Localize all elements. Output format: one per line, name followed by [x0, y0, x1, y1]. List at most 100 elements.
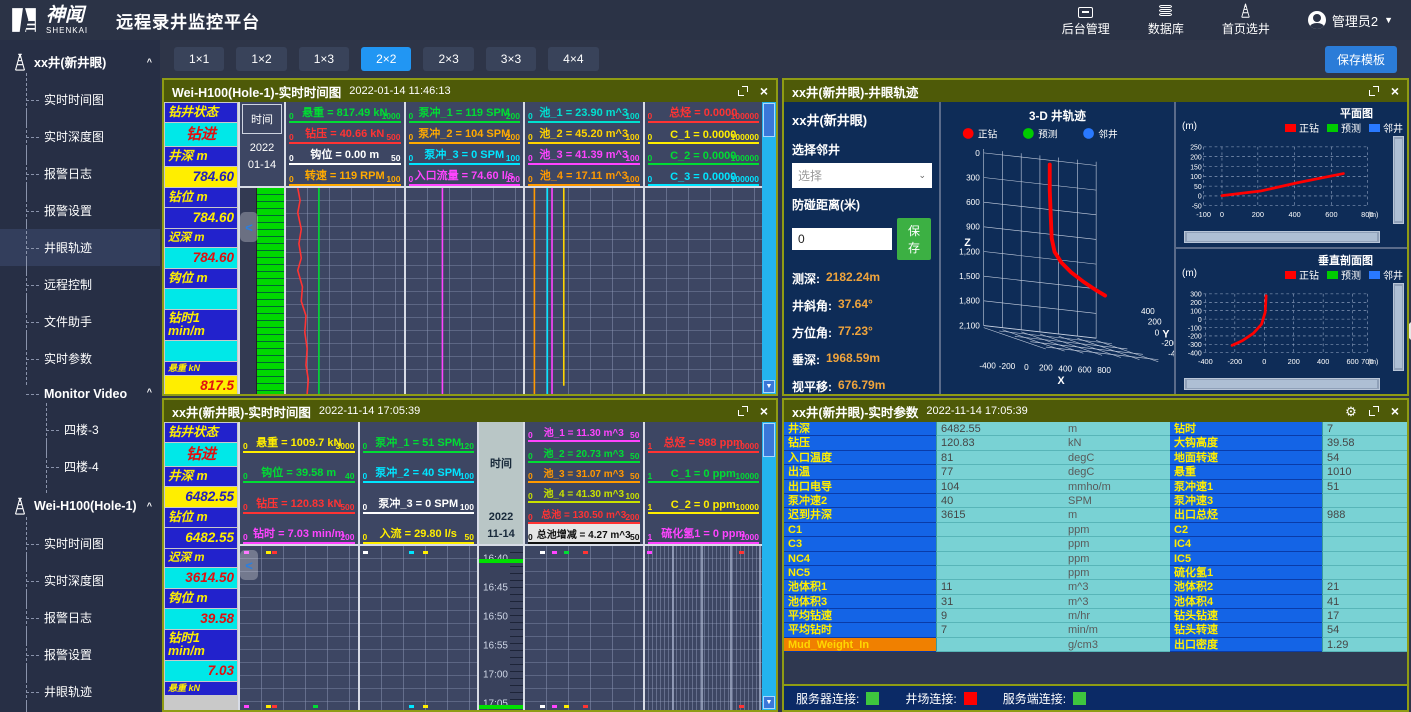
curve-label: 泵冲_1 = 51 SPM	[375, 434, 461, 450]
curve-legend: 0总池 = 130.50 m^3200	[528, 503, 640, 523]
layout-button-3x3[interactable]: 3×3	[486, 47, 536, 71]
curve-max: 100	[460, 471, 474, 481]
sidebar-item[interactable]: 报警日志	[0, 155, 160, 192]
layout-button-2x2[interactable]: 2×2	[361, 47, 411, 71]
offset-well-select[interactable]: 选择 ⌄	[792, 163, 932, 188]
nav-item-admin[interactable]: 后台管理	[1062, 3, 1110, 37]
vertical-scrollbar[interactable]	[1393, 283, 1404, 371]
curve-max: 50	[465, 532, 474, 542]
param-value: 7	[1322, 422, 1409, 436]
curve-legend: 1C_1 = 0 ppm10000	[648, 453, 760, 484]
curve-max: 100	[625, 132, 639, 142]
pan-left-button[interactable]: <	[240, 550, 258, 580]
sidebar-item[interactable]: 报警设置	[0, 636, 160, 673]
sidebar-item[interactable]: 报警设置	[0, 192, 160, 229]
scrollbar-thumb[interactable]	[1395, 286, 1402, 368]
sidebar-item[interactable]: 实时时间图	[0, 81, 160, 118]
legend-swatch	[1285, 271, 1296, 279]
svg-text:-200: -200	[1188, 334, 1202, 341]
chart-legend: 正钻预测邻井	[1285, 267, 1403, 282]
vertical-scrollbar[interactable]	[1393, 136, 1404, 224]
param-value	[1322, 566, 1409, 580]
sidebar-well-header[interactable]: Wei-H100(Hole-1)^	[0, 485, 160, 525]
sidebar-item[interactable]: 远程控制	[0, 266, 160, 303]
status-label: 井场连接:	[905, 690, 956, 707]
sidebar-item[interactable]: 实时参数	[0, 340, 160, 377]
horizontal-scrollbar[interactable]	[1184, 378, 1380, 390]
close-icon[interactable]: ×	[1391, 404, 1399, 418]
curve-max: 120	[460, 441, 474, 451]
data-marker	[564, 705, 569, 708]
save-template-button[interactable]: 保存模板	[1325, 46, 1397, 73]
sidebar-item[interactable]: 井眼轨迹	[0, 673, 160, 710]
user-menu[interactable]: 管理员2 ▼	[1308, 11, 1393, 30]
expand-icon[interactable]	[738, 86, 748, 96]
sidebar-item[interactable]: 井眼轨迹	[0, 229, 160, 266]
anticollision-distance-input[interactable]	[792, 228, 892, 250]
curve-legend: 0C_3 = 0.0000100000	[648, 165, 760, 186]
track-legend: 0总烃 = 0.00001000000C_1 = 0.00001000000C_…	[643, 102, 763, 186]
sidebar-item[interactable]: 实时时间图	[0, 525, 160, 562]
panel-realtime-time-chart-wei: Wei-H100(Hole-1)-实时时间图 2022-01-14 11:46:…	[162, 78, 778, 396]
sidebar-item[interactable]: 文件助手	[0, 303, 160, 340]
sub-label: Monitor Video	[44, 387, 127, 401]
scrollbar-thumb[interactable]	[1187, 380, 1377, 388]
sidebar-item-monitor-video[interactable]: Monitor Video^	[0, 377, 160, 411]
scrollbar-thumb[interactable]	[1187, 233, 1377, 241]
layout-button-1x2[interactable]: 1×2	[236, 47, 286, 71]
svg-text:50: 50	[1194, 184, 1202, 191]
curve-label: 入流 = 29.80 l/s	[380, 525, 457, 541]
nav-item-database[interactable]: 数据库	[1148, 3, 1184, 37]
chart-scrollbar[interactable]: ▼	[762, 102, 776, 394]
sidebar-item[interactable]: 四楼-3	[0, 411, 160, 448]
svg-text:0: 0	[975, 149, 980, 158]
curve-max: 50	[630, 430, 639, 440]
curve-min: 0	[363, 471, 368, 481]
expand-icon[interactable]	[738, 406, 748, 416]
status-label: 悬重 kN	[165, 362, 237, 375]
param-value: 17	[1322, 609, 1409, 623]
curve-label: 硫化氢1 = 0 ppm	[661, 525, 745, 541]
pan-left-button[interactable]: <	[240, 212, 258, 242]
curve-label: 钻压 = 40.66 kN	[305, 125, 384, 141]
sidebar-item[interactable]: 四楼-4	[0, 448, 160, 485]
svg-text:800: 800	[1097, 366, 1111, 375]
layout-button-4x4[interactable]: 4×4	[548, 47, 598, 71]
panel-well-trajectory: xx井(新井眼)-井眼轨迹 × xx井(新井眼) 选择邻井 选择 ⌄ 防碰距离(…	[782, 78, 1409, 396]
layout-button-2x3[interactable]: 2×3	[423, 47, 473, 71]
close-icon[interactable]: ×	[760, 84, 768, 98]
scrollbar-thumb[interactable]	[763, 423, 775, 457]
layout-button-1x1[interactable]: 1×1	[174, 47, 224, 71]
sidebar-well-header[interactable]: xx井(新井眼)^	[0, 40, 160, 81]
curve-legend: 0入流 = 29.80 l/s50	[363, 514, 475, 545]
close-icon[interactable]: ×	[760, 404, 768, 418]
curve-max: 200	[340, 532, 354, 542]
sidebar-item[interactable]: 实时深度图	[0, 118, 160, 155]
data-marker	[540, 551, 545, 554]
layout-button-1x3[interactable]: 1×3	[299, 47, 349, 71]
svg-text:200: 200	[1252, 210, 1264, 219]
chart-title: 平面图	[1340, 105, 1373, 121]
curve-label: 总池 = 130.50 m^3	[541, 506, 626, 521]
horizontal-scrollbar[interactable]	[1184, 231, 1380, 243]
time-date: 202211-14	[487, 509, 515, 542]
gear-icon[interactable]: ⚙	[1345, 405, 1357, 418]
data-marker	[647, 551, 652, 554]
nav-item-well-select[interactable]: 首页选井	[1222, 3, 1270, 37]
param-value: 104	[936, 480, 1064, 494]
sidebar-item[interactable]: 报警日志	[0, 599, 160, 636]
save-distance-button[interactable]: 保存	[897, 218, 931, 260]
panel-realtime-parameters: xx井(新井眼)-实时参数 2022-11-14 17:05:39 ⚙ × 井深…	[782, 398, 1409, 712]
param-value: 31	[936, 595, 1064, 609]
chart-scrollbar[interactable]: ▼	[762, 422, 776, 710]
scroll-down-icon[interactable]: ▼	[763, 696, 775, 709]
close-icon[interactable]: ×	[1391, 84, 1399, 98]
expand-icon[interactable]	[1369, 86, 1379, 96]
trajectory-3d-chart: 3-D 井轨迹正钻预测邻井03006009001,2001,5001,8002,…	[941, 102, 1176, 394]
time-tick-label: 16:50	[483, 612, 508, 623]
scrollbar-thumb[interactable]	[1395, 139, 1402, 221]
sidebar-item[interactable]: 实时深度图	[0, 562, 160, 599]
scroll-down-icon[interactable]: ▼	[763, 380, 775, 393]
scrollbar-thumb[interactable]	[763, 103, 775, 137]
expand-icon[interactable]	[1369, 406, 1379, 416]
